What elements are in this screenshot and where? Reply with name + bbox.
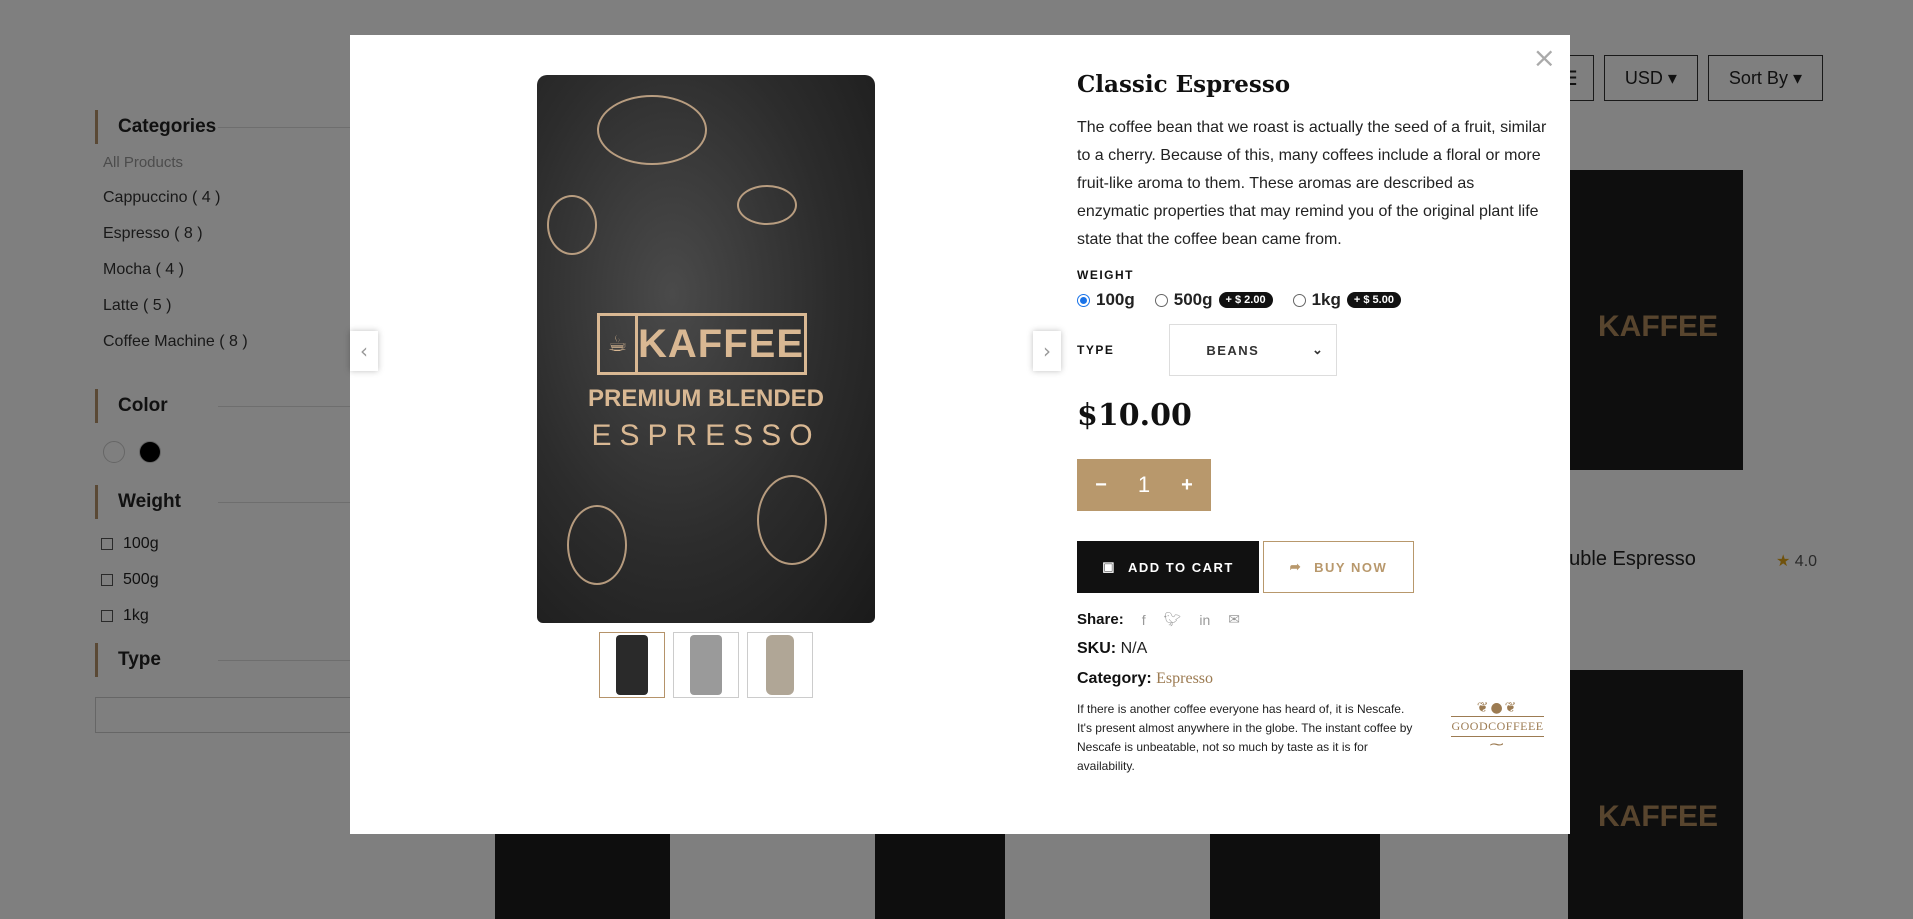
weight-label: WEIGHT bbox=[1077, 268, 1134, 282]
type-select[interactable]: BEANS ⌄ bbox=[1169, 324, 1338, 376]
weight-option-500g[interactable]: 500g + $ 2.00 bbox=[1154, 290, 1273, 310]
radio-button[interactable] bbox=[1077, 293, 1090, 307]
purchase-actions: ▣ ADD TO CART ➦ BUY NOW bbox=[1077, 541, 1547, 593]
quantity-stepper: − 1 + bbox=[1077, 459, 1211, 511]
share-label: Share: bbox=[1077, 611, 1124, 628]
product-footer: If there is another coffee everyone has … bbox=[1077, 700, 1547, 776]
chevron-right-icon: › bbox=[1043, 339, 1051, 363]
share-arrow-icon: ➦ bbox=[1289, 559, 1303, 574]
sku-row: SKU: N/A bbox=[1077, 640, 1148, 657]
weight-options: 100g 500g + $ 2.00 1kg + $ 5.00 bbox=[1077, 290, 1547, 310]
product-price: $10.00 bbox=[1077, 398, 1192, 433]
category-link[interactable]: Espresso bbox=[1156, 670, 1213, 687]
radio-button[interactable] bbox=[1154, 293, 1168, 307]
chevron-down-icon: ⌄ bbox=[1311, 342, 1325, 357]
linkedin-icon[interactable]: in bbox=[1199, 612, 1210, 628]
product-note: If there is another coffee everyone has … bbox=[1077, 702, 1413, 773]
twitter-icon[interactable]: 🐦︎ bbox=[1164, 611, 1182, 628]
weight-option-100g[interactable]: 100g bbox=[1077, 290, 1135, 310]
product-gallery: ‹ ☕ KAFFEE PREMIUM BLENDED ESPRESSO › bbox=[350, 35, 1061, 834]
share-row: Share: f 🐦︎ in ✉ bbox=[1077, 611, 1547, 628]
ornament-icon: ❦●❦ bbox=[1476, 700, 1519, 716]
category-row: Category: Espresso bbox=[1077, 670, 1214, 687]
facebook-icon[interactable]: f bbox=[1142, 612, 1146, 628]
type-row: TYPE BEANS ⌄ bbox=[1077, 324, 1547, 376]
radio-button[interactable] bbox=[1292, 293, 1306, 307]
product-title: Classic Espresso bbox=[1077, 71, 1291, 98]
email-icon[interactable]: ✉ bbox=[1228, 611, 1240, 628]
increase-quantity-button[interactable]: + bbox=[1177, 474, 1197, 497]
product-description: The coffee bean that we roast is actuall… bbox=[1077, 119, 1547, 248]
thumbnail-2[interactable] bbox=[673, 632, 739, 698]
quick-view-modal: × ‹ ☕ KAFFEE PREMIUM BLENDED ESPRESSO › … bbox=[350, 35, 1570, 834]
sku-value: N/A bbox=[1120, 640, 1148, 657]
type-label: TYPE bbox=[1077, 343, 1115, 357]
product-main-image: ☕ KAFFEE PREMIUM BLENDED ESPRESSO bbox=[537, 75, 875, 623]
chevron-left-icon: ‹ bbox=[360, 339, 368, 363]
thumbnail-3[interactable] bbox=[747, 632, 813, 698]
prev-image-arrow[interactable]: ‹ bbox=[350, 331, 378, 371]
price-modifier-badge: + $ 5.00 bbox=[1346, 292, 1401, 308]
product-info: Classic Espresso The coffee bean that we… bbox=[1077, 71, 1547, 776]
add-to-cart-button[interactable]: ▣ ADD TO CART bbox=[1077, 541, 1259, 593]
weight-option-1kg[interactable]: 1kg + $ 5.00 bbox=[1292, 290, 1401, 310]
price-modifier-badge: + $ 2.00 bbox=[1218, 292, 1273, 308]
thumbnail-strip bbox=[599, 632, 813, 698]
brand-logo: ❦●❦ GOODCOFFEEE ⁓ bbox=[1451, 700, 1544, 753]
thumbnail-1[interactable] bbox=[599, 632, 665, 698]
buy-now-button[interactable]: ➦ BUY NOW bbox=[1263, 541, 1414, 593]
next-image-arrow[interactable]: › bbox=[1033, 331, 1061, 371]
ornament-icon: ⁓ bbox=[1489, 737, 1506, 753]
decrease-quantity-button[interactable]: − bbox=[1091, 474, 1111, 497]
bag-label: ☕ KAFFEE bbox=[597, 313, 807, 375]
quantity-value[interactable]: 1 bbox=[1124, 472, 1164, 498]
cart-icon: ▣ bbox=[1102, 559, 1116, 574]
cup-icon: ☕ bbox=[600, 316, 638, 372]
close-icon[interactable]: × bbox=[1533, 41, 1556, 74]
